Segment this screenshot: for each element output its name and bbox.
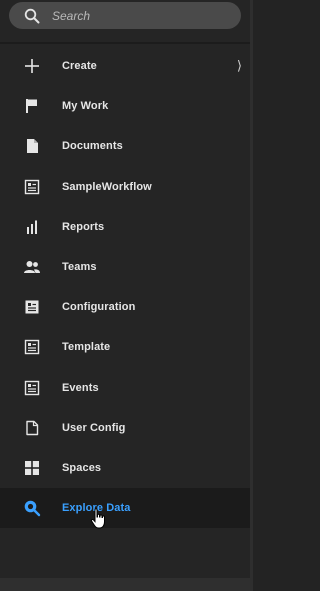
sidebar-item-sampleworkflow[interactable]: SampleWorkflow [0, 167, 250, 207]
form-icon [21, 336, 43, 358]
sidebar-item-template[interactable]: Template [0, 327, 250, 367]
form-icon [21, 377, 43, 399]
sidebar-item-my-work[interactable]: My Work [0, 86, 250, 126]
sidebar-item-label: Reports [62, 220, 105, 233]
sidebar-menu: Create ⟩ My Work Documents SampleWorkflo… [0, 46, 250, 529]
search-icon[interactable] [23, 7, 41, 25]
document-icon [21, 135, 43, 157]
search-bar[interactable] [9, 2, 241, 29]
sidebar-item-explore-data[interactable]: Explore Data [0, 488, 250, 529]
sidebar-item-label: SampleWorkflow [62, 180, 152, 193]
sidebar-item-events[interactable]: Events [0, 368, 250, 408]
search-input[interactable] [50, 7, 224, 24]
search-box[interactable] [9, 2, 241, 29]
sidebar-item-create[interactable]: Create ⟩ [0, 46, 250, 86]
chevron-right-icon[interactable]: ⟩ [237, 58, 242, 74]
document-outline-icon [21, 417, 43, 439]
explore-icon [21, 497, 43, 519]
sidebar: Create ⟩ My Work Documents [0, 0, 253, 591]
sidebar-item-label: Create [62, 60, 97, 73]
scroll-footer [0, 578, 250, 591]
sidebar-item-user-config[interactable]: User Config [0, 408, 250, 448]
people-icon [21, 256, 43, 278]
plus-icon [21, 55, 43, 77]
hand-cursor-icon [90, 508, 105, 529]
sidebar-item-documents[interactable]: Documents [0, 126, 250, 166]
sidebar-item-label: Documents [62, 140, 123, 153]
flag-icon [21, 95, 43, 117]
sidebar-item-label: Teams [62, 261, 97, 274]
sidebar-item-label: Spaces [62, 461, 102, 474]
sidebar-item-label: Events [62, 381, 99, 394]
form-icon [21, 176, 43, 198]
sidebar-item-teams[interactable]: Teams [0, 247, 250, 287]
grid-icon [21, 457, 43, 479]
bar-chart-icon [21, 216, 43, 238]
sidebar-item-label: Configuration [62, 301, 136, 314]
sidebar-item-reports[interactable]: Reports [0, 207, 250, 247]
sidebar-item-label: Template [62, 341, 111, 354]
sidebar-item-label: User Config [62, 421, 126, 434]
divider [0, 42, 250, 44]
sidebar-item-label: My Work [62, 100, 109, 113]
sidebar-item-spaces[interactable]: Spaces [0, 448, 250, 488]
form-icon [21, 296, 43, 318]
sidebar-item-configuration[interactable]: Configuration [0, 287, 250, 327]
